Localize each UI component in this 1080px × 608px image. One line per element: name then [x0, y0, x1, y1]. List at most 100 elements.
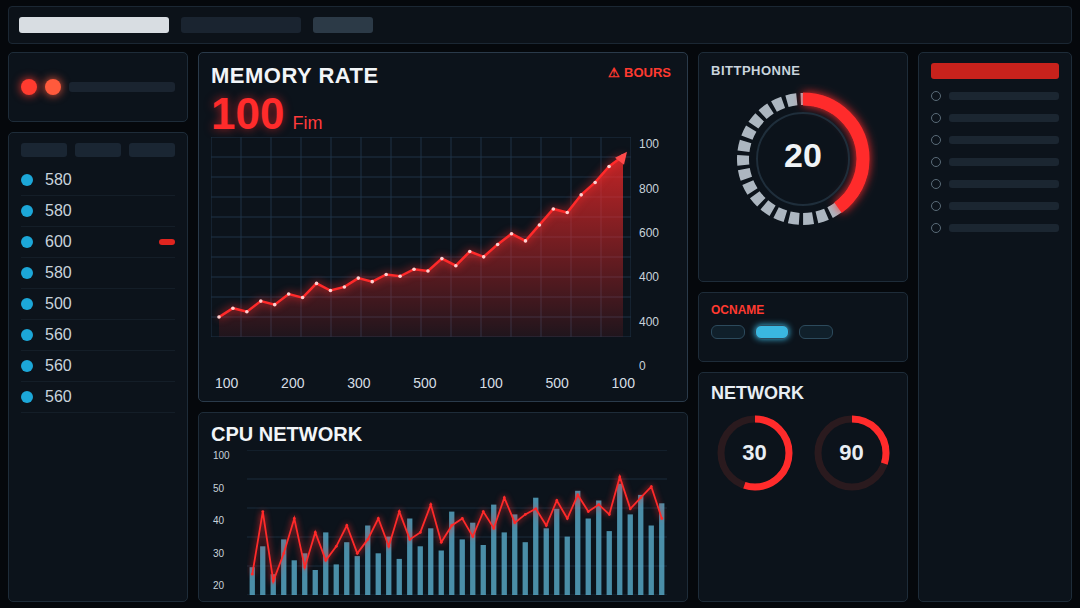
data-point[interactable] — [273, 303, 277, 307]
list-item[interactable] — [931, 135, 1059, 145]
list-item[interactable] — [931, 179, 1059, 189]
data-point[interactable] — [534, 507, 537, 510]
data-point[interactable] — [492, 527, 495, 530]
cpu-bar[interactable] — [407, 519, 412, 596]
cpu-bar[interactable] — [491, 505, 496, 595]
data-point[interactable] — [468, 250, 472, 254]
list-item[interactable] — [931, 113, 1059, 123]
data-point[interactable] — [301, 296, 305, 300]
cpu-bar[interactable] — [649, 526, 654, 596]
cpu-bar[interactable] — [586, 519, 591, 596]
data-point[interactable] — [510, 232, 514, 236]
cpu-bar[interactable] — [418, 546, 423, 595]
data-point[interactable] — [282, 552, 285, 555]
data-point[interactable] — [293, 517, 296, 520]
data-point[interactable] — [545, 524, 548, 527]
data-point[interactable] — [357, 276, 361, 280]
table-row[interactable]: 600 — [21, 227, 175, 258]
data-point[interactable] — [552, 207, 556, 211]
data-point[interactable] — [303, 566, 306, 569]
data-point[interactable] — [513, 521, 516, 524]
data-point[interactable] — [272, 580, 275, 583]
cpu-bar[interactable] — [344, 542, 349, 595]
data-point[interactable] — [618, 476, 621, 479]
alert-badge[interactable]: ⚠BOURS — [604, 63, 675, 82]
cpu-bar[interactable] — [523, 542, 528, 595]
cpu-bar[interactable] — [481, 545, 486, 595]
cpu-bar[interactable] — [628, 514, 633, 595]
data-point[interactable] — [343, 285, 347, 289]
data-point[interactable] — [398, 275, 402, 279]
table-row[interactable]: 580 — [21, 196, 175, 227]
data-point[interactable] — [335, 545, 338, 548]
data-point[interactable] — [329, 289, 333, 293]
data-point[interactable] — [345, 524, 348, 527]
table-row[interactable]: 580 — [21, 258, 175, 289]
data-point[interactable] — [314, 531, 317, 534]
data-point[interactable] — [555, 499, 558, 502]
data-point[interactable] — [231, 307, 235, 311]
data-point[interactable] — [538, 223, 542, 227]
data-point[interactable] — [524, 513, 527, 516]
data-point[interactable] — [454, 264, 458, 268]
data-point[interactable] — [251, 573, 254, 576]
data-point[interactable] — [587, 510, 590, 513]
cpu-bar[interactable] — [428, 528, 433, 595]
data-point[interactable] — [450, 524, 453, 527]
data-point[interactable] — [412, 268, 416, 272]
cpu-bar[interactable] — [512, 514, 517, 595]
list-item[interactable] — [931, 201, 1059, 211]
data-point[interactable] — [576, 494, 579, 497]
cpu-bar[interactable] — [334, 564, 339, 595]
data-point[interactable] — [597, 503, 600, 506]
cpu-bar[interactable] — [502, 532, 507, 595]
data-point[interactable] — [593, 181, 597, 185]
list-item[interactable] — [931, 223, 1059, 233]
cpu-bar[interactable] — [292, 560, 297, 595]
toggle-switch[interactable] — [755, 325, 789, 339]
list-item[interactable] — [931, 63, 1059, 79]
data-point[interactable] — [461, 517, 464, 520]
list-item[interactable] — [931, 91, 1059, 101]
data-point[interactable] — [650, 485, 653, 488]
data-point[interactable] — [503, 496, 506, 499]
table-row[interactable]: 580 — [21, 165, 175, 196]
data-point[interactable] — [496, 243, 500, 247]
cpu-bar[interactable] — [596, 501, 601, 596]
data-point[interactable] — [482, 255, 486, 259]
data-point[interactable] — [384, 273, 388, 277]
data-point[interactable] — [440, 257, 444, 261]
table-row[interactable]: 560 — [21, 351, 175, 382]
cpu-bar[interactable] — [617, 484, 622, 595]
data-point[interactable] — [324, 559, 327, 562]
data-point[interactable] — [287, 292, 291, 296]
cpu-bar[interactable] — [460, 539, 465, 595]
data-point[interactable] — [471, 535, 474, 538]
data-point[interactable] — [377, 517, 380, 520]
toggle-switch[interactable] — [799, 325, 833, 339]
data-point[interactable] — [261, 510, 264, 513]
data-point[interactable] — [387, 545, 390, 548]
data-point[interactable] — [426, 269, 430, 273]
cpu-bar[interactable] — [439, 551, 444, 596]
cpu-bar[interactable] — [565, 537, 570, 595]
data-point[interactable] — [259, 300, 263, 304]
table-row[interactable]: 560 — [21, 320, 175, 351]
cpu-bar[interactable] — [575, 491, 580, 595]
data-point[interactable] — [315, 282, 319, 286]
data-point[interactable] — [579, 193, 583, 197]
cpu-bar[interactable] — [376, 553, 381, 595]
data-point[interactable] — [398, 510, 401, 513]
cpu-bar[interactable] — [355, 556, 360, 595]
data-point[interactable] — [370, 280, 374, 284]
toggle-switch[interactable] — [711, 325, 745, 339]
cpu-bar[interactable] — [544, 528, 549, 595]
data-point[interactable] — [245, 310, 249, 314]
data-point[interactable] — [660, 517, 663, 520]
list-item[interactable] — [931, 157, 1059, 167]
tab[interactable] — [313, 17, 373, 33]
data-point[interactable] — [565, 211, 569, 215]
cpu-bar[interactable] — [607, 531, 612, 595]
data-point[interactable] — [366, 538, 369, 541]
breadcrumb[interactable] — [181, 17, 301, 33]
